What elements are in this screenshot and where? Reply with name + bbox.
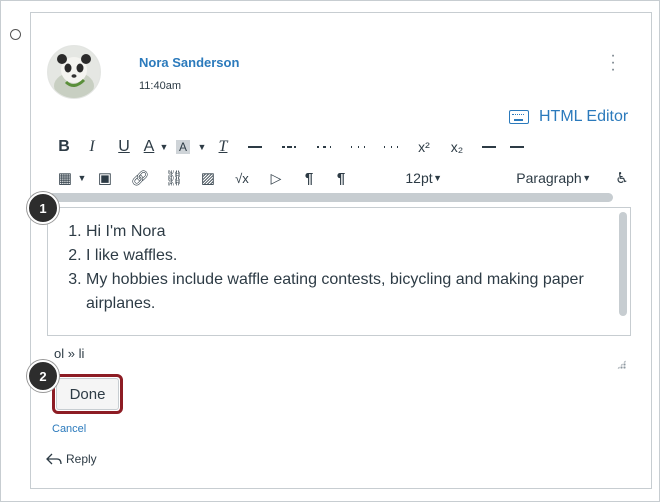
list-item[interactable]: Hi I'm Nora bbox=[86, 220, 616, 244]
align-right-button[interactable] bbox=[307, 135, 341, 159]
chevron-down-icon[interactable]: ▼ bbox=[197, 142, 207, 152]
radio-button[interactable] bbox=[10, 29, 21, 40]
html-editor-toggle[interactable]: HTML Editor bbox=[509, 108, 628, 126]
embed-video-icon[interactable]: ▷ bbox=[259, 166, 293, 190]
callout-badge-2: 2 bbox=[27, 360, 59, 392]
italic-button[interactable]: I bbox=[75, 135, 109, 159]
table-icon[interactable]: ▦ bbox=[53, 166, 77, 190]
link-icon[interactable]: 🔗︎ bbox=[123, 166, 157, 190]
rich-text-editor[interactable]: Hi I'm Nora I like waffles. My hobbies i… bbox=[47, 207, 631, 336]
outdent-button[interactable] bbox=[341, 135, 375, 159]
outdent-icon bbox=[351, 144, 365, 150]
numbered-list-button[interactable] bbox=[505, 135, 529, 159]
highlight-icon: A bbox=[176, 140, 190, 154]
more-vertical-icon[interactable]: · · · bbox=[606, 48, 620, 78]
align-center-icon bbox=[282, 144, 296, 150]
cancel-link[interactable]: Cancel bbox=[52, 423, 86, 435]
clear-format-button[interactable]: T bbox=[207, 135, 239, 159]
list-item[interactable]: My hobbies include waffle eating contest… bbox=[86, 268, 616, 316]
block-format-select[interactable]: Paragraph ▼ bbox=[483, 170, 609, 186]
chevron-down-icon: ▼ bbox=[582, 173, 592, 183]
author-name[interactable]: Nora Sanderson bbox=[139, 55, 239, 70]
html-editor-label: HTML Editor bbox=[539, 108, 629, 125]
ltr-paragraph-icon[interactable]: ¶ bbox=[293, 166, 325, 190]
align-right-icon bbox=[317, 144, 331, 150]
keyboard-icon bbox=[509, 110, 529, 124]
underline-button[interactable]: U bbox=[109, 135, 139, 159]
indent-icon bbox=[384, 144, 398, 150]
superscript-button[interactable]: x² bbox=[407, 135, 441, 159]
accessibility-icon[interactable]: ♿︎ bbox=[609, 166, 635, 190]
media-icon[interactable]: ▣ bbox=[87, 166, 123, 190]
font-size-value: 12pt bbox=[405, 170, 433, 186]
image-icon[interactable]: ▨ bbox=[191, 166, 225, 190]
text-color-button[interactable]: A bbox=[139, 135, 159, 159]
horizontal-scrollbar[interactable] bbox=[48, 193, 613, 202]
numbered-list-icon bbox=[510, 144, 525, 150]
list-item[interactable]: I like waffles. bbox=[86, 244, 616, 268]
toolbar-row-1: B I U A ▼ A ▼ T x² x₂ bbox=[53, 135, 529, 159]
reply-link[interactable]: Reply bbox=[46, 452, 97, 466]
rtl-paragraph-icon[interactable]: ¶ bbox=[325, 166, 357, 190]
chevron-down-icon: ▼ bbox=[433, 173, 443, 183]
reply-arrow-icon bbox=[46, 453, 62, 465]
chevron-down-icon[interactable]: ▼ bbox=[77, 173, 87, 183]
align-left-icon bbox=[248, 144, 262, 150]
bold-button[interactable]: B bbox=[53, 135, 75, 159]
subscript-button[interactable]: x₂ bbox=[441, 135, 473, 159]
element-path: ol » li bbox=[54, 346, 85, 361]
font-size-select[interactable]: 12pt ▼ bbox=[357, 170, 483, 186]
chevron-down-icon[interactable]: ▼ bbox=[159, 142, 169, 152]
align-center-button[interactable] bbox=[271, 135, 307, 159]
indent-button[interactable] bbox=[375, 135, 407, 159]
reply-label: Reply bbox=[66, 452, 97, 466]
block-format-value: Paragraph bbox=[516, 170, 582, 186]
done-button[interactable]: Done bbox=[56, 378, 119, 410]
bullet-list-button[interactable] bbox=[473, 135, 505, 159]
avatar[interactable] bbox=[47, 45, 101, 99]
math-equation-button[interactable]: √x bbox=[225, 166, 259, 190]
bullet-list-icon bbox=[482, 144, 497, 150]
highlight-button[interactable]: A bbox=[169, 135, 197, 159]
vertical-scrollbar[interactable] bbox=[619, 212, 627, 316]
toolbar-row-2: ▦ ▼ ▣ 🔗︎ ⛓︎ ▨ √x ▷ ¶ ¶ 12pt ▼ Paragraph … bbox=[53, 166, 635, 190]
callout-badge-1: 1 bbox=[27, 192, 59, 224]
align-left-button[interactable] bbox=[239, 135, 271, 159]
numbered-list: Hi I'm Nora I like waffles. My hobbies i… bbox=[48, 220, 616, 316]
post-time: 11:40am bbox=[139, 80, 181, 92]
unlink-icon[interactable]: ⛓︎ bbox=[157, 166, 191, 190]
